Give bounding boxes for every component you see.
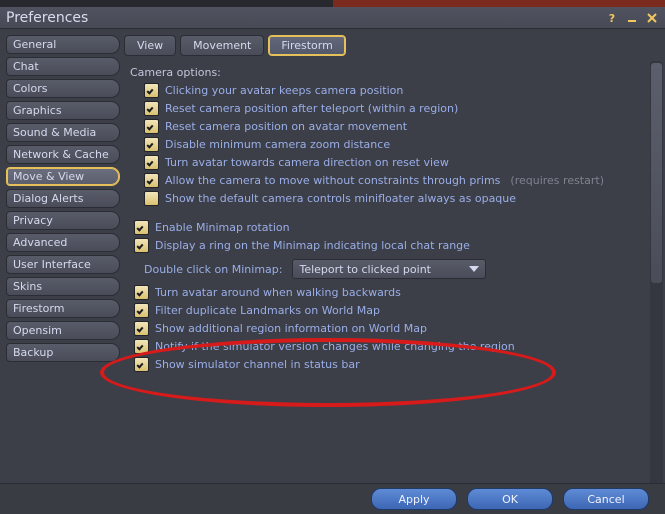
sidebar-item-sound-media[interactable]: Sound & Media [6,123,120,142]
option-label: Turn avatar around when walking backward… [155,286,401,299]
option-label: Clicking your avatar keeps camera positi… [165,84,403,97]
checkbox[interactable] [134,285,149,300]
opt-camera-through-prims: Allow the camera to move without constra… [144,173,655,188]
opt-click-avatar-keeps-camera: Clicking your avatar keeps camera positi… [144,83,655,98]
tab-view[interactable]: View [124,35,176,56]
doubleclick-minimap-dropdown[interactable]: Teleport to clicked point [292,259,486,279]
checkbox[interactable] [144,173,159,188]
opt-turn-around-walk-back: Turn avatar around when walking backward… [134,285,655,300]
sidebar-item-advanced[interactable]: Advanced [6,233,120,252]
scrollbar-thumb[interactable] [651,63,662,283]
sidebar-item-network-cache[interactable]: Network & Cache [6,145,120,164]
option-label: Show the default camera controls miniflo… [165,192,516,205]
option-label: Reset camera position on avatar movement [165,120,407,133]
opt-disable-min-zoom: Disable minimum camera zoom distance [144,137,655,152]
option-label: Show simulator channel in status bar [155,358,360,371]
opt-minimap-chat-ring: Display a ring on the Minimap indicating… [134,238,655,253]
option-label: Filter duplicate Landmarks on World Map [155,304,380,317]
subtab-bar: View Movement Firestorm [124,35,655,56]
checkbox[interactable] [144,137,159,152]
sidebar-item-skins[interactable]: Skins [6,277,120,296]
apply-button[interactable]: Apply [371,488,457,510]
checkbox[interactable] [134,220,149,235]
option-label: Disable minimum camera zoom distance [165,138,390,151]
cancel-button[interactable]: Cancel [563,488,649,510]
sidebar-item-general[interactable]: General [6,35,120,54]
checkbox[interactable] [144,83,159,98]
help-icon[interactable]: ? [605,11,619,25]
checkbox[interactable] [134,339,149,354]
option-label: Reset camera position after teleport (wi… [165,102,458,115]
doubleclick-minimap-label: Double click on Minimap: [144,263,282,276]
opt-reset-camera-on-move: Reset camera position on avatar movement [144,119,655,134]
option-label: Turn avatar towards camera direction on … [165,156,449,169]
option-label: Show additional region information on Wo… [155,322,427,335]
checkbox[interactable] [134,303,149,318]
sidebar-item-opensim[interactable]: Opensim [6,321,120,340]
opt-enable-minimap-rotation: Enable Minimap rotation [134,220,655,235]
camera-options-heading: Camera options: [130,66,655,79]
sidebar-item-dialog-alerts[interactable]: Dialog Alerts [6,189,120,208]
minimize-icon[interactable] [625,11,639,25]
sidebar-item-user-interface[interactable]: User Interface [6,255,120,274]
sidebar-item-chat[interactable]: Chat [6,57,120,76]
checkbox[interactable] [134,357,149,372]
close-icon[interactable] [645,11,659,25]
tab-firestorm[interactable]: Firestorm [268,35,345,56]
checkbox[interactable] [134,238,149,253]
checkbox[interactable] [144,101,159,116]
dialog-footer: Apply OK Cancel [0,483,665,514]
option-label: Display a ring on the Minimap indicating… [155,239,470,252]
sidebar-item-privacy[interactable]: Privacy [6,211,120,230]
opt-show-sim-channel-status: Show simulator channel in status bar [134,357,655,372]
restart-hint: (requires restart) [510,174,604,187]
window-title: Preferences [6,10,599,26]
sidebar-item-firestorm[interactable]: Firestorm [6,299,120,318]
category-sidebar: General Chat Colors Graphics Sound & Med… [0,29,120,477]
sidebar-item-graphics[interactable]: Graphics [6,101,120,120]
chevron-down-icon [469,266,479,272]
opt-filter-dup-landmarks: Filter duplicate Landmarks on World Map [134,303,655,318]
option-label: Allow the camera to move without constra… [165,174,500,187]
checkbox[interactable] [144,119,159,134]
opt-turn-avatar-on-reset: Turn avatar towards camera direction on … [144,155,655,170]
opt-notify-sim-version: Notify if the simulator version changes … [134,339,655,354]
option-label: Notify if the simulator version changes … [155,340,515,353]
title-bar: Preferences ? [0,7,665,29]
sidebar-item-move-view[interactable]: Move & View [6,167,120,186]
opt-show-region-info: Show additional region information on Wo… [134,321,655,336]
sidebar-item-backup[interactable]: Backup [6,343,120,362]
tab-movement[interactable]: Movement [180,35,264,56]
checkbox[interactable] [144,191,159,206]
checkbox[interactable] [134,321,149,336]
opt-reset-camera-after-teleport: Reset camera position after teleport (wi… [144,101,655,116]
opt-camera-minifloater-opaque: Show the default camera controls miniflo… [144,191,655,206]
sidebar-item-colors[interactable]: Colors [6,79,120,98]
checkbox[interactable] [144,155,159,170]
option-label: Enable Minimap rotation [155,221,290,234]
ok-button[interactable]: OK [467,488,553,510]
main-panel: View Movement Firestorm Camera options: … [120,29,665,477]
main-scrollbar[interactable] [650,61,663,505]
dropdown-value: Teleport to clicked point [299,263,469,276]
